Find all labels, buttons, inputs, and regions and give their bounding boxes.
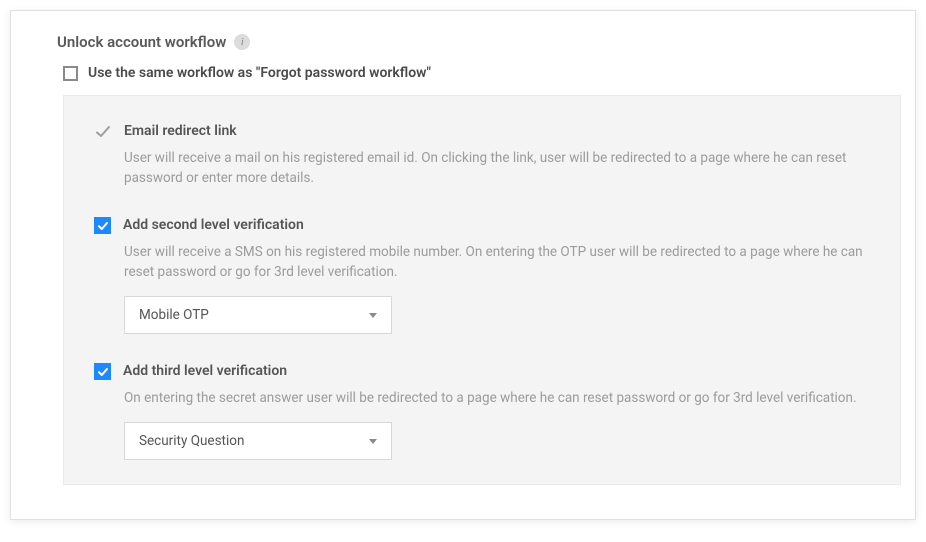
step-email-redirect: Email redirect link User will receive a … [94,122,870,188]
second-level-checkbox[interactable] [94,217,111,234]
same-workflow-row: Use the same workflow as "Forgot passwor… [25,65,901,81]
third-level-checkbox[interactable] [94,363,111,380]
select-value: Security Question [139,433,244,449]
chevron-down-icon [369,439,377,444]
select-value: Mobile OTP [139,307,209,323]
chevron-down-icon [369,313,377,318]
check-icon [94,123,112,141]
third-level-method-select[interactable]: Security Question [124,422,392,460]
step-second-level: Add second level verification User will … [94,216,870,334]
step-title: Add second level verification [123,216,304,236]
info-icon[interactable]: i [234,34,250,50]
step-description: On entering the secret answer user will … [124,388,870,408]
step-description: User will receive a mail on his register… [124,148,870,189]
step-title: Email redirect link [124,122,237,142]
workflow-config-area: Email redirect link User will receive a … [63,95,901,485]
step-title: Add third level verification [123,362,287,382]
same-workflow-label: Use the same workflow as "Forgot passwor… [88,65,431,81]
section-title: Unlock account workflow [57,33,226,51]
second-level-method-select[interactable]: Mobile OTP [124,296,392,334]
section-header: Unlock account workflow i [25,33,901,51]
same-workflow-checkbox[interactable] [63,66,78,81]
unlock-account-workflow-panel: Unlock account workflow i Use the same w… [10,10,916,520]
step-third-level: Add third level verification On entering… [94,362,870,460]
step-description: User will receive a SMS on his registere… [124,242,870,283]
